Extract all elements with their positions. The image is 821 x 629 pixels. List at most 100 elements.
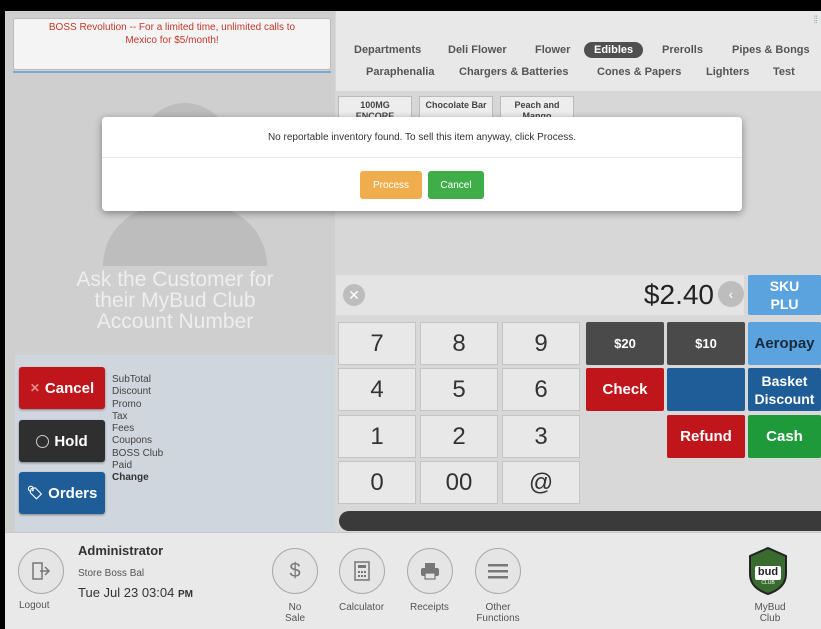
key-0[interactable]: 0 <box>338 461 416 504</box>
category-chargers-batteries[interactable]: Chargers & Batteries <box>459 66 568 78</box>
category-prerolls[interactable]: Prerolls <box>662 44 703 56</box>
other-functions-button[interactable]: Other Functions <box>473 602 523 624</box>
avatar-body <box>103 206 267 266</box>
discount-label: Discount <box>754 390 815 407</box>
dialog-message: No reportable inventory found. To sell t… <box>267 132 577 143</box>
cash-10-button[interactable]: $10 <box>667 322 745 365</box>
key-2[interactable]: 2 <box>420 415 498 458</box>
customer-prompt-line-1: Ask the Customer for <box>76 268 274 291</box>
key-at[interactable]: @ <box>502 461 580 504</box>
logo-text: bud <box>757 566 779 578</box>
customer-prompt-line-3: Account Number <box>96 310 254 333</box>
category-test[interactable]: Test <box>773 66 795 78</box>
product-name-line: Chocolate Bar <box>425 100 487 110</box>
change-label: Change <box>112 472 149 484</box>
hold-label: Hold <box>54 432 88 450</box>
footer-bar: Logout Administrator Store Boss Bal Tue … <box>5 532 821 629</box>
menu-icon[interactable] <box>475 548 521 594</box>
inventory-warning-dialog: No reportable inventory found. To sell t… <box>102 117 742 211</box>
calculator-icon[interactable] <box>339 548 385 594</box>
basket-discount-button[interactable]: Basket Discount <box>748 368 821 411</box>
key-9[interactable]: 9 <box>502 322 580 365</box>
other-label-1: Other <box>485 602 511 613</box>
category-departments[interactable]: Departments <box>354 44 421 56</box>
tax-label: Tax <box>112 410 128 422</box>
logout-icon[interactable] <box>18 548 64 594</box>
mybud-logo-icon[interactable]: bud CLUB <box>746 546 790 596</box>
category-flower[interactable]: Flower <box>535 44 570 56</box>
promo-line-2: Mexico for $5/month! <box>125 35 219 46</box>
key-5[interactable]: 5 <box>420 368 498 411</box>
promo-label: Promo <box>112 398 142 410</box>
backspace-icon[interactable]: ‹ <box>718 281 744 307</box>
ampm-text: PM <box>178 589 193 600</box>
grip-icon[interactable]: ⁞⁞ <box>813 15 817 26</box>
category-bar: ⁞⁞ Departments Deli Flower Flower Edible… <box>336 11 821 91</box>
category-edibles[interactable]: Edibles <box>584 42 644 58</box>
cancel-label: Cancel <box>44 379 95 397</box>
category-paraphenalia[interactable]: Paraphenalia <box>366 66 434 78</box>
discount-label: Discount <box>112 386 151 398</box>
product-name-line: 100MG <box>360 100 390 110</box>
cancel-button[interactable]: ✕ Cancel <box>19 367 105 409</box>
no-sale-label-1: No <box>288 602 302 613</box>
category-pipes-bongs[interactable]: Pipes & Bongs <box>732 44 810 56</box>
key-8[interactable]: 8 <box>420 322 498 365</box>
key-00[interactable]: 00 <box>420 461 498 504</box>
orders-label: Orders <box>48 484 98 502</box>
user-name: Administrator <box>78 543 164 558</box>
pos-screen: BOSS Revolution -- For a limited time, u… <box>5 11 821 629</box>
key-7[interactable]: 7 <box>338 322 416 365</box>
customer-panel: BOSS Revolution -- For a limited time, u… <box>5 11 335 532</box>
dollar-icon[interactable]: $ <box>272 548 318 594</box>
plu-label: PLU <box>770 296 799 312</box>
fees-label: Fees <box>112 423 135 435</box>
sku-plu-button[interactable]: SKU PLU <box>748 275 821 315</box>
cash-20-button[interactable]: $20 <box>586 322 664 365</box>
dialog-divider <box>102 157 742 158</box>
receipts-label[interactable]: Receipts <box>410 602 449 613</box>
key-1[interactable]: 1 <box>338 415 416 458</box>
category-cones-papers[interactable]: Cones & Papers <box>597 66 681 78</box>
refund-button[interactable]: Refund <box>667 415 745 458</box>
key-6[interactable]: 6 <box>502 368 580 411</box>
key-4[interactable]: 4 <box>338 368 416 411</box>
promo-divider <box>13 71 331 73</box>
category-lighters[interactable]: Lighters <box>706 66 749 78</box>
amount-value: $2.40 <box>643 279 714 310</box>
hold-button[interactable]: Hold <box>19 420 105 462</box>
aeropay-button[interactable]: Aeropay <box>748 322 821 365</box>
customer-prompt: Ask the Customer for their MyBud Club Ac… <box>45 269 305 332</box>
boss-club-label: BOSS Club <box>112 447 164 459</box>
logout-label[interactable]: Logout <box>19 600 50 611</box>
orders-button[interactable]: 🏷 Orders <box>19 472 105 514</box>
no-sale-button[interactable]: No Sale <box>275 602 315 624</box>
x-icon: ✕ <box>29 381 40 395</box>
paid-label: Paid <box>112 460 133 472</box>
mybud-club-button[interactable]: MyBud Club <box>750 602 790 624</box>
key-3[interactable]: 3 <box>502 415 580 458</box>
product-name-line: Peach and <box>514 100 560 110</box>
mybud-label-2: Club <box>759 613 781 624</box>
cash-button[interactable]: Cash <box>748 415 821 458</box>
basket-label: Basket <box>761 372 808 389</box>
payment-bar <box>339 511 821 531</box>
no-sale-label-2: Sale <box>284 613 305 624</box>
clear-icon[interactable]: ✕ <box>343 284 365 306</box>
store-name: Store Boss Bal <box>78 568 145 579</box>
check-button[interactable]: Check <box>586 368 664 411</box>
amount-display: ✕ $2.40 ‹ <box>336 275 744 315</box>
sku-label: SKU <box>769 278 800 294</box>
promo-banner[interactable]: BOSS Revolution -- For a limited time, u… <box>13 18 331 70</box>
coupons-label: Coupons <box>112 435 153 447</box>
category-deli-flower[interactable]: Deli Flower <box>448 44 507 56</box>
dialog-cancel-button[interactable]: Cancel <box>428 171 484 199</box>
datetime-text: Tue Jul 23 03:04 <box>78 585 175 600</box>
calculator-label[interactable]: Calculator <box>339 602 384 613</box>
clock-icon <box>36 434 50 448</box>
printer-icon[interactable] <box>407 548 453 594</box>
process-button[interactable]: Process <box>360 171 422 199</box>
blank-blue-button[interactable] <box>667 368 745 411</box>
totals-list: SubTotal Discount Promo Tax Fees Coupons… <box>112 374 163 485</box>
tag-icon: 🏷 <box>26 485 44 500</box>
